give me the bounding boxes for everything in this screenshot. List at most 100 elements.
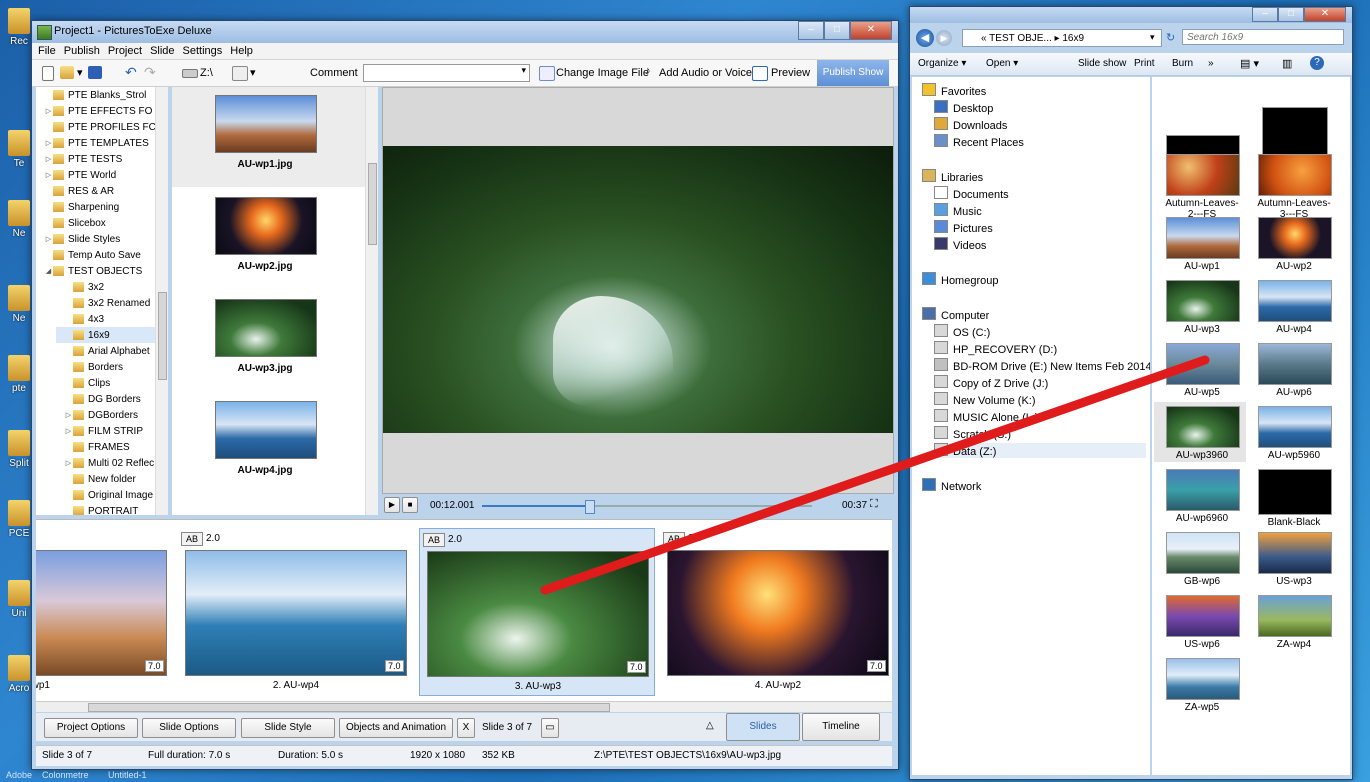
explorer-command[interactable]: Burn (1172, 58, 1193, 69)
remove-slide-button[interactable]: X (457, 718, 475, 738)
open-dropdown-arrow[interactable]: ▾ (77, 66, 83, 79)
nav-item-cd[interactable]: BD-ROM Drive (E:) New Items Feb 2014 (934, 358, 1150, 373)
change-image-button[interactable]: Change Image File (556, 67, 649, 79)
desktop-icon[interactable]: Uni (2, 580, 36, 619)
folder-tree-item[interactable]: FRAMES (56, 439, 166, 455)
nav-item-home[interactable]: Homegroup (922, 272, 998, 287)
view-dropdown-arrow[interactable]: ▾ (250, 66, 256, 79)
nav-item-vid[interactable]: Videos (934, 237, 986, 252)
folder-tree-item[interactable]: 3x2 Renamed (56, 295, 166, 311)
back-button[interactable]: ◀ (916, 29, 934, 47)
expand-arrow-icon[interactable]: ▷ (44, 155, 53, 163)
folder-tree[interactable]: PTE Blanks_Strol ▷ PTE EFFECTS FO PTE PROFI… (36, 87, 168, 515)
comment-dropdown-arrow[interactable]: ▾ (521, 65, 529, 75)
desktop-icon[interactable]: Te (2, 130, 36, 169)
nav-item-recent[interactable]: Recent Places (934, 134, 1024, 149)
save-icon[interactable] (88, 66, 102, 79)
preview-pane-icon[interactable]: ▥ (1282, 57, 1292, 70)
close-button[interactable]: ✕ (850, 21, 892, 40)
expand-arrow-icon[interactable]: ▷ (44, 235, 53, 243)
explorer-maximize-button[interactable]: □ (1278, 7, 1304, 22)
explorer-command[interactable]: Organize ▾ (918, 58, 966, 69)
nav-item-pic[interactable]: Pictures (934, 220, 993, 235)
file-scroll-thumb[interactable] (368, 163, 377, 245)
folder-tree-item[interactable]: RES & AR (36, 183, 166, 199)
preview-image[interactable] (383, 146, 893, 433)
file-list-item[interactable]: AU-wp4.jpg (172, 393, 366, 493)
maximize-button[interactable]: □ (824, 21, 850, 40)
folder-tree-item[interactable]: Clips (56, 375, 166, 391)
new-icon[interactable] (42, 66, 54, 81)
desktop-icon[interactable]: Ne (2, 200, 36, 239)
folder-tree-item[interactable]: ▷ Multi 02 Reflec (56, 455, 166, 471)
folder-tree-item[interactable]: Arial Alphabet (56, 343, 166, 359)
fullscreen-icon[interactable]: ⛶ (870, 498, 878, 511)
desktop-icon[interactable]: Acro (2, 655, 36, 694)
folder-scroll-thumb[interactable] (158, 292, 167, 380)
expand-arrow-icon[interactable]: ▷ (64, 427, 73, 435)
drive-label[interactable]: Z:\ (200, 67, 213, 79)
desktop-icon[interactable]: Split (2, 430, 36, 469)
tab-timeline[interactable]: Timeline (802, 713, 880, 741)
nav-item-desk[interactable]: Desktop (934, 100, 993, 115)
folder-tree-item[interactable]: New folder (56, 471, 166, 487)
expand-arrow-icon[interactable]: ▷ (44, 107, 53, 115)
expand-arrow-icon[interactable]: ▷ (44, 139, 53, 147)
slide-strip-item[interactable]: AB 2.0 7.0 2. AU-wp4 (178, 528, 414, 696)
timeline-slider[interactable] (482, 500, 812, 514)
explorer-close-button[interactable]: ✕ (1304, 7, 1346, 22)
desktop-icon[interactable]: PCE (2, 500, 36, 539)
slide-style-button[interactable]: Slide Style (241, 718, 335, 738)
help-icon[interactable]: ? (1310, 56, 1324, 70)
transition-ab-button[interactable]: AB (423, 533, 445, 547)
tab-slides[interactable]: Slides (726, 713, 800, 741)
refresh-button[interactable]: ↻ (1166, 31, 1175, 44)
strip-scroll-thumb[interactable] (88, 703, 610, 712)
folder-tree-item[interactable]: ▷ DGBorders (56, 407, 166, 423)
menu-slide[interactable]: Slide (150, 45, 174, 57)
address-bar[interactable]: « TEST OBJE... ▸ 16x9 (962, 29, 1162, 47)
file-list-scrollbar[interactable] (365, 87, 378, 515)
strip-scrollbar[interactable] (36, 701, 892, 712)
taskbar-item[interactable]: Colonmetre (42, 770, 89, 782)
taskbar-item[interactable]: Adobe (6, 770, 32, 782)
slide-strip-item[interactable]: AB 2.0 7.0 3. AU-wp3 (419, 528, 655, 696)
folder-tree-item[interactable]: Sharpening (36, 199, 166, 215)
nav-item-lib[interactable]: Libraries (922, 169, 983, 184)
folder-tree-item[interactable]: ▷ Slide Styles (36, 231, 166, 247)
folder-tree-item[interactable]: PORTRAIT (56, 503, 166, 515)
folder-tree-item[interactable]: ▷ PTE World (36, 167, 166, 183)
menu-help[interactable]: Help (230, 45, 253, 57)
slide-list-icon[interactable]: ▭ (541, 718, 559, 738)
folder-tree-item[interactable]: Borders (56, 359, 166, 375)
explorer-nav-pane[interactable]: Favorites Desktop Downloads Recent Places Li… (912, 77, 1150, 775)
objects-animation-button[interactable]: Objects and Animation (339, 718, 453, 738)
file-list-item[interactable]: AU-wp1.jpg (172, 87, 366, 187)
folder-tree-item[interactable]: Slicebox (36, 215, 166, 231)
folder-tree-item[interactable]: ▷ PTE TEMPLATES (36, 135, 166, 151)
nav-item-music[interactable]: Music (934, 203, 982, 218)
nav-item-drive[interactable]: HP_RECOVERY (D:) (934, 341, 1057, 356)
nav-item-fav[interactable]: Favorites (922, 83, 986, 98)
folder-tree-item[interactable]: Original Image (56, 487, 166, 503)
minimize-button[interactable]: – (798, 21, 824, 40)
folder-tree-item[interactable]: ◢ TEST OBJECTS (36, 263, 166, 279)
taskbar-item[interactable]: Untitled-1 (108, 770, 147, 782)
preview-button[interactable]: Preview (771, 67, 810, 79)
explorer-command[interactable]: Open ▾ (986, 58, 1018, 69)
slide-strip-item[interactable]: AB 2.0 7.0 4. AU-wp2 (660, 528, 892, 696)
folder-tree-item[interactable]: 4x3 (56, 311, 166, 327)
menu-file[interactable]: File (38, 45, 56, 57)
folder-tree-item[interactable]: PTE PROFILES FC (36, 119, 166, 135)
expand-arrow-icon[interactable]: ▷ (64, 411, 73, 419)
open-folder-icon[interactable] (60, 66, 74, 79)
project-options-button[interactable]: Project Options (44, 718, 138, 738)
file-list-item[interactable]: AU-wp2.jpg (172, 189, 366, 289)
timeline-slider-thumb[interactable] (585, 500, 596, 514)
nav-item-folder[interactable]: Downloads (934, 117, 1007, 132)
expand-arrow-icon[interactable]: ▷ (44, 171, 53, 179)
add-audio-button[interactable]: Add Audio or Voice (659, 67, 752, 79)
search-input[interactable] (1182, 29, 1344, 45)
forward-button[interactable]: ▶ (936, 30, 952, 46)
folder-tree-item[interactable]: Temp Auto Save (36, 247, 166, 263)
